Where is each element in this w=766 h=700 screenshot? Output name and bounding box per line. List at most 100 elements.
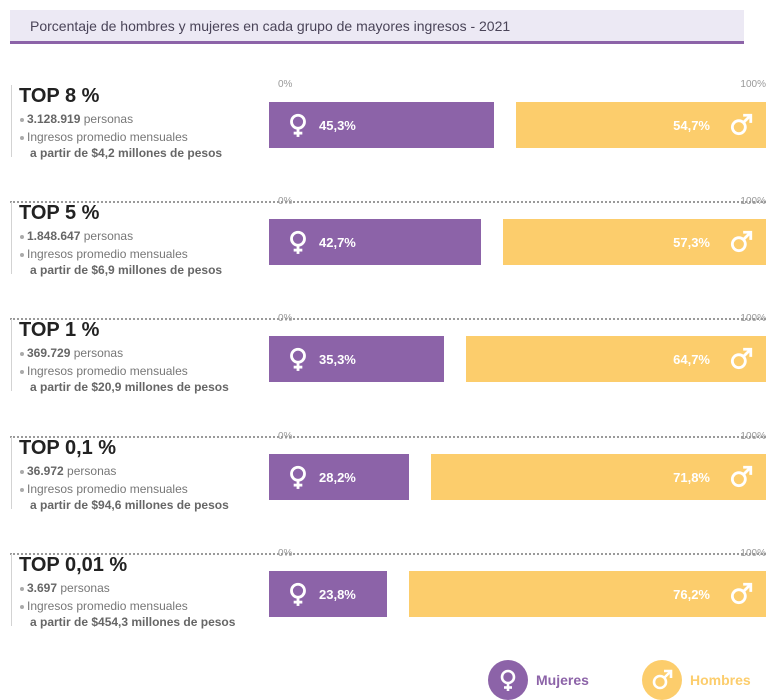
female-symbol-icon xyxy=(488,660,528,700)
info-divider xyxy=(11,202,12,274)
people-suffix: personas xyxy=(67,464,117,478)
bar-men-value: 64,7% xyxy=(673,351,710,367)
income-line: Ingresos promedio mensuales xyxy=(20,364,188,378)
income-from: a partir de $94,6 millones de pesos xyxy=(30,498,229,512)
people-suffix: personas xyxy=(73,346,124,360)
people-suffix: personas xyxy=(83,112,134,126)
people-count: 1.848.647 xyxy=(27,229,81,243)
bar-women: 42,7% xyxy=(269,219,481,265)
legend-men-label: Hombres xyxy=(690,672,751,688)
male-symbol-icon xyxy=(728,464,754,490)
axis-max-label: 100% xyxy=(740,196,766,207)
male-symbol-icon xyxy=(728,229,754,255)
people-count: 36.972 xyxy=(27,464,64,478)
bar-men: 54,7% xyxy=(516,102,766,148)
bar-men-value: 76,2% xyxy=(673,586,710,602)
people-count: 3.128.919 xyxy=(27,112,81,126)
info-divider xyxy=(11,554,12,626)
axis-max-label: 100% xyxy=(740,79,766,90)
female-symbol-icon xyxy=(285,464,311,490)
info-divider xyxy=(11,85,12,157)
income-from: a partir de $6,9 millones de pesos xyxy=(30,263,223,277)
group-label: TOP 1 % xyxy=(19,319,100,341)
group-row: TOP 0,01 % 3.697 personas Ingresos promedi… xyxy=(10,548,766,671)
group-label: TOP 5 % xyxy=(19,202,100,224)
bar-men: 71,8% xyxy=(431,454,766,500)
axis-min-label: 0% xyxy=(278,548,293,559)
bullet-icon xyxy=(20,351,24,356)
people-line: 369.729 personas xyxy=(20,346,123,360)
people-line: 36.972 personas xyxy=(20,464,116,478)
legend-men: Hombres xyxy=(642,660,751,700)
bar-women: 28,2% xyxy=(269,454,409,500)
income-line: Ingresos promedio mensuales xyxy=(20,130,188,144)
income-from: a partir de $4,2 millones de pesos xyxy=(30,146,223,160)
female-symbol-icon xyxy=(285,112,311,138)
group-info: TOP 0,1 % 36.972 personas Ingresos promedi… xyxy=(10,437,260,554)
bullet-icon xyxy=(20,487,24,492)
bullet-icon xyxy=(20,604,24,609)
legend-women-label: Mujeres xyxy=(536,672,589,688)
income-label: Ingresos promedio mensuales xyxy=(27,247,188,261)
group-row: TOP 0,1 % 36.972 personas Ingresos promedi… xyxy=(10,431,766,554)
group-row: TOP 5 % 1.848.647 personas Ingresos promed… xyxy=(10,196,766,319)
axis-min-label: 0% xyxy=(278,79,293,90)
income-from: a partir de $20,9 millones de pesos xyxy=(30,380,229,394)
people-suffix: personas xyxy=(83,229,134,243)
female-symbol-icon xyxy=(285,229,311,255)
male-symbol-icon xyxy=(642,660,682,700)
income-label: Ingresos promedio mensuales xyxy=(27,482,188,496)
bar-women: 45,3% xyxy=(269,102,494,148)
chart-title-bar: Porcentaje de hombres y mujeres en cada … xyxy=(10,10,744,44)
income-line: Ingresos promedio mensuales xyxy=(20,482,188,496)
group-label: TOP 8 % xyxy=(19,85,100,107)
legend-women: Mujeres xyxy=(488,660,589,700)
group-label: TOP 0,01 % xyxy=(19,554,128,576)
bullet-icon xyxy=(20,234,24,239)
group-row: TOP 1 % 369.729 personas Ingresos promedio… xyxy=(10,313,766,436)
people-count: 369.729 xyxy=(27,346,71,360)
chart-title: Porcentaje de hombres y mujeres en cada … xyxy=(30,17,511,34)
income-label: Ingresos promedio mensuales xyxy=(27,364,188,378)
income-label: Ingresos promedio mensuales xyxy=(27,130,188,144)
people-suffix: personas xyxy=(60,581,110,595)
people-count: 3.697 xyxy=(27,581,58,595)
axis-max-label: 100% xyxy=(740,313,766,324)
bullet-icon xyxy=(20,117,24,122)
group-row: TOP 8 % 3.128.919 personas Ingresos promed… xyxy=(10,79,766,202)
male-symbol-icon xyxy=(728,346,754,372)
bullet-icon xyxy=(20,469,24,474)
bar-men-value: 54,7% xyxy=(673,117,710,133)
bar-men-value: 57,3% xyxy=(673,234,710,250)
bullet-icon xyxy=(20,586,24,591)
income-line: Ingresos promedio mensuales xyxy=(20,247,188,261)
bar-men: 76,2% xyxy=(409,571,766,617)
bar-men-value: 71,8% xyxy=(673,469,710,485)
axis-max-label: 100% xyxy=(740,548,766,559)
group-info: TOP 1 % 369.729 personas Ingresos promedio… xyxy=(10,319,260,436)
bar-women: 35,3% xyxy=(269,336,444,382)
group-label: TOP 0,1 % xyxy=(19,437,117,459)
bar-men: 64,7% xyxy=(466,336,766,382)
group-info: TOP 5 % 1.848.647 personas Ingresos promed… xyxy=(10,202,260,319)
people-line: 1.848.647 personas xyxy=(20,229,133,243)
bar-women-value: 45,3% xyxy=(319,117,356,133)
bar-women-value: 28,2% xyxy=(319,469,356,485)
group-info: TOP 8 % 3.128.919 personas Ingresos promed… xyxy=(10,85,260,202)
female-symbol-icon xyxy=(285,346,311,372)
group-info: TOP 0,01 % 3.697 personas Ingresos promedi… xyxy=(10,554,260,671)
bar-women-value: 35,3% xyxy=(319,351,356,367)
bar-women: 23,8% xyxy=(269,571,387,617)
female-symbol-icon xyxy=(285,581,311,607)
axis-min-label: 0% xyxy=(278,196,293,207)
income-from: a partir de $454,3 millones de pesos xyxy=(30,615,236,629)
axis-min-label: 0% xyxy=(278,313,293,324)
axis-min-label: 0% xyxy=(278,431,293,442)
info-divider xyxy=(11,437,12,509)
bar-men: 57,3% xyxy=(503,219,766,265)
axis-max-label: 100% xyxy=(740,431,766,442)
people-line: 3.697 personas xyxy=(20,581,110,595)
bullet-icon xyxy=(20,252,24,257)
info-divider xyxy=(11,319,12,391)
income-label: Ingresos promedio mensuales xyxy=(27,599,188,613)
